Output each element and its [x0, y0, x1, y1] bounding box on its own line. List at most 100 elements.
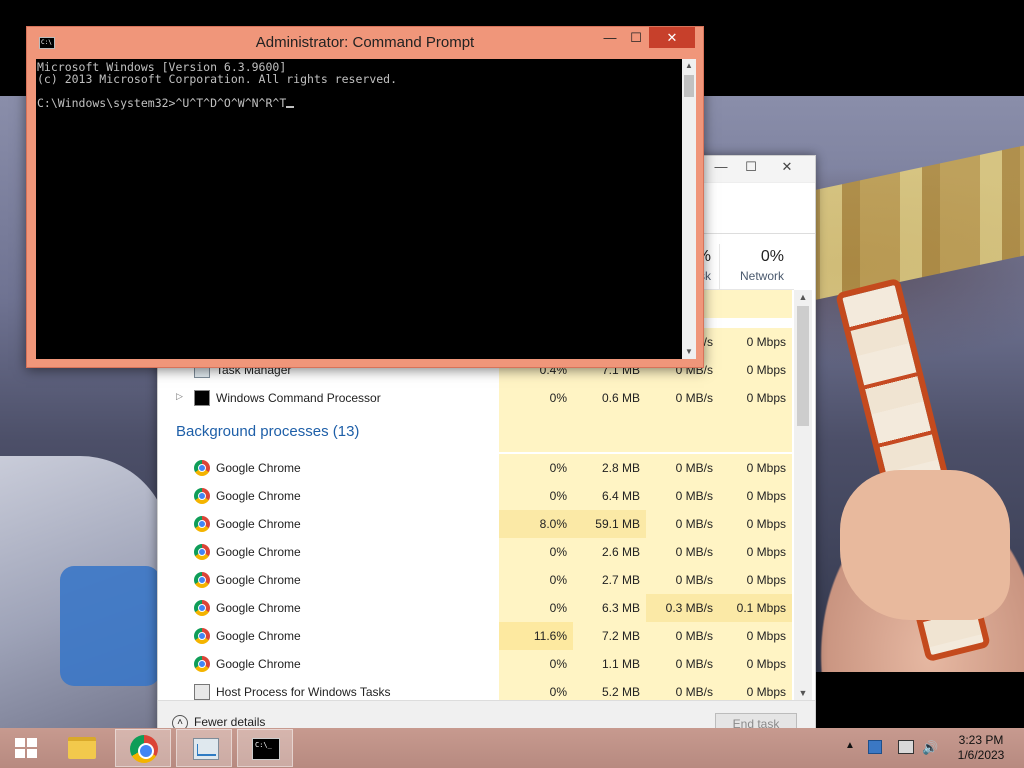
- table-row[interactable]: Google Chrome 11.6% 7.2 MB 0 MB/s 0 Mbps: [158, 622, 794, 650]
- disk-cell: 0 MB/s: [646, 678, 719, 700]
- console-scrollbar[interactable]: ▲ ▼: [682, 59, 696, 359]
- scroll-up-arrow-icon[interactable]: ▲: [682, 59, 696, 73]
- action-center-flag-icon[interactable]: [868, 740, 882, 754]
- scrollbar-thumb[interactable]: [797, 306, 809, 426]
- memory-cell: [573, 412, 646, 452]
- volume-icon[interactable]: 🔊: [922, 740, 938, 768]
- process-name: Google Chrome: [216, 657, 301, 671]
- process-name: Google Chrome: [216, 489, 301, 503]
- taskbar-command-prompt[interactable]: C:\_: [237, 729, 293, 767]
- table-row[interactable]: Google Chrome 8.0% 59.1 MB 0 MB/s 0 Mbps: [158, 510, 794, 538]
- cpu-cell: 11.6%: [499, 622, 573, 650]
- close-button[interactable]: ✕: [649, 27, 695, 48]
- disk-cell: 0 MB/s: [646, 566, 719, 594]
- disk-cell: 0 MB/s: [646, 510, 719, 538]
- network-cell: 0 Mbps: [719, 650, 792, 678]
- network-cell: 0 Mbps: [719, 356, 792, 384]
- task-manager-icon: [193, 738, 219, 760]
- network-cell: 0 Mbps: [719, 482, 792, 510]
- table-row[interactable]: Google Chrome 0% 2.8 MB 0 MB/s 0 Mbps: [158, 454, 794, 482]
- scroll-down-arrow-icon[interactable]: ▼: [794, 686, 812, 700]
- memory-cell: 59.1 MB: [573, 510, 646, 538]
- process-name: Google Chrome: [216, 629, 301, 643]
- console-prompt-line[interactable]: C:\Windows\system32>^U^T^D^O^W^N^R^T: [37, 97, 681, 109]
- chrome-icon: [194, 628, 210, 644]
- table-row[interactable]: Google Chrome 0% 6.4 MB 0 MB/s 0 Mbps: [158, 482, 794, 510]
- group-header-row: Background processes (13): [158, 412, 794, 452]
- network-cell: 0 Mbps: [719, 454, 792, 482]
- network-usage-percent: 0%: [760, 248, 784, 265]
- network-cell: 0 Mbps: [719, 328, 792, 356]
- taskbar-chrome[interactable]: [115, 729, 171, 767]
- disk-cell: 0 MB/s: [646, 384, 719, 412]
- network-cell: 0 Mbps: [719, 678, 792, 700]
- process-name: Google Chrome: [216, 573, 301, 587]
- memory-cell: 2.8 MB: [573, 454, 646, 482]
- chrome-icon: [194, 460, 210, 476]
- host-process-icon: [194, 684, 210, 700]
- table-row[interactable]: Google Chrome 0% 2.6 MB 0 MB/s 0 Mbps: [158, 538, 794, 566]
- background-blue-object: [60, 566, 160, 686]
- chrome-icon: [194, 600, 210, 616]
- show-hidden-icons-chevron-icon[interactable]: ▲: [845, 740, 855, 768]
- task-manager-maximize-button[interactable]: ☐: [736, 156, 766, 178]
- process-name: Windows Command Processor: [216, 391, 381, 405]
- process-name: Google Chrome: [216, 545, 301, 559]
- network-column-header[interactable]: 0% Network: [719, 244, 792, 290]
- process-name: Google Chrome: [216, 601, 301, 615]
- background-hand: [840, 470, 1010, 620]
- chrome-icon: [194, 656, 210, 672]
- table-row[interactable]: Google Chrome 0% 1.1 MB 0 MB/s 0 Mbps: [158, 650, 794, 678]
- table-row[interactable]: Google Chrome 0% 2.7 MB 0 MB/s 0 Mbps: [158, 566, 794, 594]
- taskbar-file-explorer[interactable]: [52, 729, 108, 767]
- command-prompt-icon: [194, 390, 210, 406]
- task-manager-minimize-button[interactable]: —: [706, 156, 736, 178]
- network-icon[interactable]: [898, 740, 914, 754]
- prompt-text: C:\Windows\system32>^U^T^D^O^W^N^R^T: [37, 96, 287, 110]
- process-list-scrollbar[interactable]: ▲ ▼: [794, 290, 812, 700]
- cmd-icon: C:\_: [252, 738, 280, 760]
- command-prompt-titlebar[interactable]: C:\ Administrator: Command Prompt — ☐ ✕: [27, 27, 703, 59]
- network-column-label: Network: [739, 269, 784, 283]
- console-output[interactable]: Microsoft Windows [Version 6.3.9600] (c)…: [36, 59, 682, 359]
- process-name: Google Chrome: [216, 517, 301, 531]
- taskbar-task-manager[interactable]: [176, 729, 232, 767]
- scroll-up-arrow-icon[interactable]: ▲: [794, 290, 812, 304]
- start-button[interactable]: [4, 729, 46, 767]
- network-cell: [719, 290, 792, 318]
- console-line: (c) 2013 Microsoft Corporation. All righ…: [37, 72, 398, 86]
- task-manager-close-button[interactable]: ✕: [772, 156, 802, 178]
- cpu-cell: 0%: [499, 566, 573, 594]
- chrome-icon: [194, 572, 210, 588]
- chrome-icon: [194, 516, 210, 532]
- system-clock[interactable]: 3:23 PM 1/6/2023: [944, 733, 1018, 768]
- cpu-cell: 0%: [499, 384, 573, 412]
- scroll-down-arrow-icon[interactable]: ▼: [682, 345, 696, 359]
- memory-cell: 6.3 MB: [573, 594, 646, 622]
- disk-cell: [646, 412, 719, 452]
- memory-cell: 1.1 MB: [573, 650, 646, 678]
- cpu-cell: 0%: [499, 538, 573, 566]
- table-row[interactable]: Host Process for Windows Tasks 0% 5.2 MB…: [158, 678, 794, 700]
- network-cell: 0 Mbps: [719, 384, 792, 412]
- table-row[interactable]: Google Chrome 0% 6.3 MB 0.3 MB/s 0.1 Mbp…: [158, 594, 794, 622]
- folder-icon: [68, 737, 96, 759]
- memory-cell: 2.6 MB: [573, 538, 646, 566]
- memory-cell: 7.2 MB: [573, 622, 646, 650]
- disk-cell: 0 MB/s: [646, 482, 719, 510]
- command-prompt-window: C:\ Administrator: Command Prompt — ☐ ✕ …: [26, 26, 704, 368]
- memory-cell: 0.6 MB: [573, 384, 646, 412]
- expand-chevron-icon[interactable]: ▷: [176, 391, 183, 402]
- cpu-cell: 0%: [499, 482, 573, 510]
- background-processes-heading: Background processes (13): [176, 423, 360, 440]
- table-row[interactable]: ▷ Windows Command Processor 0% 0.6 MB 0 …: [158, 384, 794, 412]
- text-cursor: [286, 106, 295, 108]
- disk-cell: 0.3 MB/s: [646, 594, 719, 622]
- minimize-button[interactable]: —: [597, 27, 623, 48]
- maximize-button[interactable]: ☐: [623, 27, 649, 48]
- scrollbar-thumb[interactable]: [684, 75, 694, 97]
- cpu-cell: 0%: [499, 650, 573, 678]
- disk-cell: 0 MB/s: [646, 454, 719, 482]
- memory-cell: 6.4 MB: [573, 482, 646, 510]
- clock-time: 3:23 PM: [958, 733, 1004, 747]
